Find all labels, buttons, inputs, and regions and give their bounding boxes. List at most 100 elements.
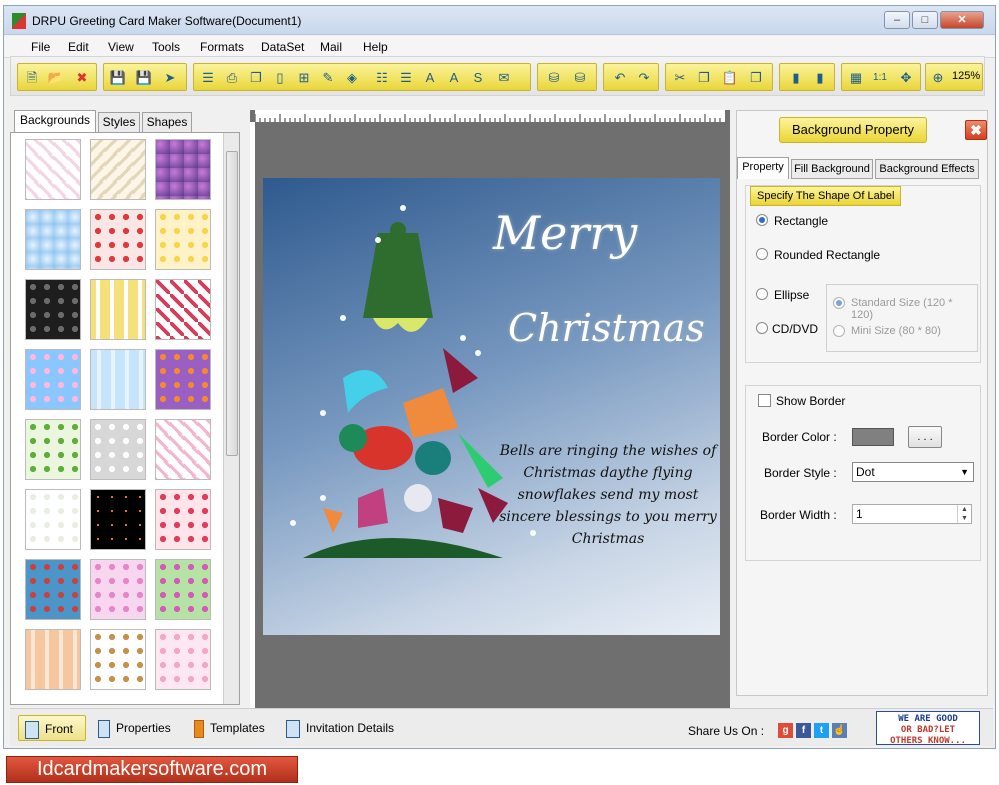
menu-tools[interactable]: Tools <box>152 40 180 54</box>
tab-fill-background[interactable]: Fill Background <box>791 159 873 179</box>
save-icon[interactable]: 💾 <box>108 68 128 88</box>
barcode-icon[interactable]: ☷ <box>372 68 392 88</box>
tab-shapes[interactable]: Shapes <box>142 112 192 132</box>
show-border-checkbox[interactable] <box>758 394 771 407</box>
background-thumbnail[interactable] <box>25 209 81 270</box>
zoom-level[interactable]: 125% <box>952 70 980 82</box>
new-icon[interactable]: 🗎 <box>22 68 42 88</box>
menu-file[interactable]: File <box>31 40 50 54</box>
actual-size-icon[interactable]: 1:1 <box>870 68 890 88</box>
background-thumbnail[interactable] <box>155 279 211 340</box>
radio-rounded-rectangle[interactable] <box>756 248 768 260</box>
grid-icon[interactable]: ▦ <box>846 68 866 88</box>
export-icon[interactable]: ➤ <box>160 68 180 88</box>
tab-property[interactable]: Property <box>737 157 789 179</box>
card-verse[interactable]: Bells are ringing the wishes of Christma… <box>498 440 718 550</box>
tab-backgrounds[interactable]: Backgrounds <box>14 110 96 132</box>
templates-button[interactable]: Templates <box>194 715 284 741</box>
thumbnails-scrollbar[interactable] <box>223 133 239 704</box>
print-icon[interactable]: ⎙ <box>222 68 242 88</box>
send-back-icon[interactable]: ▮ <box>810 68 830 88</box>
bring-front-icon[interactable]: ▮ <box>786 68 806 88</box>
text-box-icon[interactable]: A <box>444 68 464 88</box>
minimize-button[interactable]: – <box>884 11 910 29</box>
zoom-icon[interactable]: ⊕ <box>928 68 948 88</box>
like-icon[interactable]: ☝ <box>832 723 847 738</box>
mail-icon[interactable]: ✉ <box>494 68 514 88</box>
barcode2-icon[interactable]: ☰ <box>396 68 416 88</box>
scrollbar-thumb[interactable] <box>226 151 238 456</box>
background-thumbnail[interactable] <box>25 489 81 550</box>
panel-close-button[interactable]: ✖ <box>965 120 987 140</box>
menu-edit[interactable]: Edit <box>68 40 89 54</box>
radio-ellipse[interactable] <box>756 288 768 300</box>
feedback-button[interactable]: WE ARE GOOD OR BAD?LET OTHERS KNOW... <box>876 711 980 746</box>
border-style-select[interactable]: Dot ▼ <box>852 462 974 482</box>
background-thumbnail[interactable] <box>155 139 211 200</box>
paste-icon[interactable]: 📋 <box>720 68 740 88</box>
background-thumbnail[interactable] <box>155 349 211 410</box>
copy-design-icon[interactable]: ❐ <box>246 68 266 88</box>
background-thumbnail[interactable] <box>155 559 211 620</box>
undo-icon[interactable]: ↶ <box>610 68 630 88</box>
background-thumbnail[interactable] <box>90 209 146 270</box>
background-thumbnail[interactable] <box>25 139 81 200</box>
background-thumbnail[interactable] <box>90 629 146 690</box>
fit-icon[interactable]: ✥ <box>896 68 916 88</box>
radio-rectangle[interactable] <box>756 214 768 226</box>
background-thumbnail[interactable] <box>90 349 146 410</box>
radio-mini-size[interactable] <box>833 325 845 337</box>
background-thumbnail[interactable] <box>155 419 211 480</box>
save-as-icon[interactable]: 💾 <box>134 68 154 88</box>
copy-icon[interactable]: ❐ <box>694 68 714 88</box>
background-thumbnail[interactable] <box>90 489 146 550</box>
invitation-details-button[interactable]: Invitation Details <box>286 715 406 741</box>
tab-background-effects[interactable]: Background Effects <box>875 159 979 179</box>
close-button[interactable]: ✕ <box>940 11 984 29</box>
open-icon[interactable]: 📂 <box>46 68 66 88</box>
background-thumbnail[interactable] <box>25 279 81 340</box>
border-color-picker-button[interactable]: . . . <box>908 426 942 448</box>
menu-help[interactable]: Help <box>363 40 388 54</box>
background-thumbnail[interactable] <box>90 419 146 480</box>
radio-cd-dvd[interactable] <box>756 322 768 334</box>
menu-mail[interactable]: Mail <box>320 40 342 54</box>
signature-icon[interactable]: S <box>468 68 488 88</box>
twitter-icon[interactable]: t <box>814 723 829 738</box>
google-plus-icon[interactable]: g <box>778 723 793 738</box>
background-thumbnail[interactable] <box>25 349 81 410</box>
duplicate-icon[interactable]: ❐ <box>746 68 766 88</box>
background-thumbnail[interactable] <box>155 629 211 690</box>
card-title-merry[interactable]: Merry <box>493 206 637 260</box>
front-button[interactable]: Front <box>18 715 86 741</box>
background-thumbnail[interactable] <box>90 279 146 340</box>
greeting-card[interactable]: Merry Christmas Bells are ringing the wi… <box>263 178 720 635</box>
properties-button[interactable]: Properties <box>98 715 188 741</box>
redo-icon[interactable]: ↷ <box>634 68 654 88</box>
background-thumbnail[interactable] <box>155 489 211 550</box>
database2-icon[interactable]: ⛁ <box>570 68 590 88</box>
cut-icon[interactable]: ✂ <box>670 68 690 88</box>
delete-icon[interactable]: ▯ <box>270 68 290 88</box>
background-thumbnail[interactable] <box>25 559 81 620</box>
border-color-swatch[interactable] <box>852 428 894 446</box>
menu-formats[interactable]: Formats <box>200 40 244 54</box>
menu-dataset[interactable]: DataSet <box>261 40 304 54</box>
database-icon[interactable]: ⛁ <box>544 68 564 88</box>
text-icon[interactable]: A <box>420 68 440 88</box>
menu-view[interactable]: View <box>108 40 134 54</box>
close-doc-icon[interactable]: ✖ <box>72 68 92 88</box>
restore-button[interactable]: □ <box>912 11 938 29</box>
border-width-input[interactable]: 1 ▲ ▼ <box>852 504 972 524</box>
card-title-christmas[interactable]: Christmas <box>508 306 705 350</box>
pen-icon[interactable]: ✎ <box>318 68 338 88</box>
background-thumbnail[interactable] <box>25 419 81 480</box>
tab-styles[interactable]: Styles <box>98 112 140 132</box>
add-object-icon[interactable]: ⊞ <box>294 68 314 88</box>
background-thumbnail[interactable] <box>90 559 146 620</box>
background-thumbnail[interactable] <box>90 139 146 200</box>
shapes-icon[interactable]: ◈ <box>342 68 362 88</box>
radio-standard-size[interactable] <box>833 297 845 309</box>
background-thumbnail[interactable] <box>155 209 211 270</box>
border-width-stepper[interactable]: ▲ ▼ <box>957 505 971 523</box>
